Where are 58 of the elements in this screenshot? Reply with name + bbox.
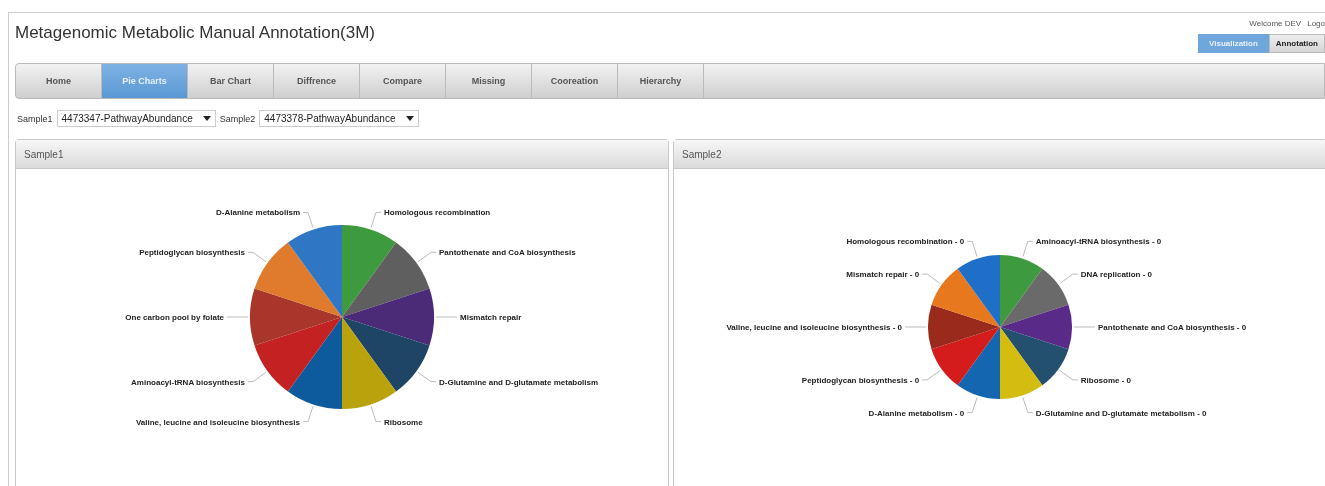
slice-label: Aminoacyl-tRNA biosynthesis - 0 — [1035, 237, 1162, 247]
leader-line — [302, 405, 314, 423]
welcome-text: Welcome DEV — [1249, 19, 1302, 28]
slice-label: D-Alanine metabolism - 0 — [868, 408, 965, 418]
leader-line — [1022, 396, 1034, 414]
slice-label: D-Glutamine and D-glutamate metabolism - 0 — [1035, 408, 1207, 418]
leader-line — [226, 316, 249, 318]
mode-button[interactable]: Annotation — [1268, 34, 1325, 53]
slice-label: Peptidoglycan biosynthesis - 0 — [801, 375, 920, 385]
slice-label: DNA replication - 0 — [1080, 270, 1153, 280]
panel-title: Sample2 — [682, 148, 722, 160]
caret-icon — [202, 116, 211, 121]
slice-label: Homologous recombination - 0 — [846, 237, 965, 247]
leader-line — [247, 251, 267, 263]
leader-line — [370, 405, 382, 423]
leader-line — [1073, 326, 1096, 328]
leader-line — [435, 316, 458, 318]
nav-tab[interactable]: Bar Chart — [188, 64, 274, 98]
slice-label: D-Alanine metabolism — [216, 208, 300, 218]
slice-label: Pantothenate and CoA biosynthesis — [439, 248, 576, 258]
caret-icon — [405, 116, 414, 121]
leader-line — [921, 370, 941, 381]
slice-label: Mismatch repair — [460, 313, 522, 322]
leader-line — [417, 371, 437, 383]
slice-label: Valine, leucine and isoleucine biosynthesis - 0 — [726, 323, 902, 332]
slice-label: Peptidoglycan biosynthesis — [139, 248, 245, 258]
slice-label: Aminoacyl-tRNA biosynthesis — [131, 377, 245, 387]
slice-label: Ribosome - 0 — [1080, 375, 1132, 385]
sample-label: Sample2 — [219, 113, 256, 124]
sample-dropdown[interactable]: 4473378-PathwayAbundance — [259, 110, 419, 127]
slice-label: Ribosome — [384, 417, 423, 427]
slice-label: Pantothenate and CoA biosynthesis - 0 — [1098, 323, 1247, 332]
slice-label: Mismatch repair - 0 — [846, 270, 920, 280]
leader-line — [1059, 370, 1079, 381]
leader-line — [1022, 240, 1034, 258]
leader-line — [247, 371, 267, 383]
slice-label: Valine, leucine and isoleucine biosynthesis — [135, 417, 300, 427]
leader-line — [370, 211, 382, 229]
slice-label: Homologous recombination — [384, 208, 491, 218]
nav-tab[interactable]: Hierarchy — [618, 64, 704, 98]
logout-link[interactable]: Logo — [1307, 19, 1325, 28]
leader-line — [417, 251, 437, 263]
leader-line — [1059, 273, 1079, 284]
nav-tab[interactable]: Diffrence — [274, 64, 360, 98]
nav-tab[interactable]: Cooreation — [532, 64, 618, 98]
app-title: Metagenomic Metabolic Manual Annotation(3M) — [15, 23, 376, 44]
nav-tab[interactable]: Compare — [360, 64, 446, 98]
leader-line — [966, 240, 978, 258]
leader-line — [921, 273, 941, 284]
leader-line — [302, 211, 314, 229]
sample-dropdown[interactable]: 4473347-PathwayAbundance — [56, 110, 216, 127]
panel-title: Sample1 — [24, 148, 64, 160]
sample-label: Sample1 — [17, 113, 53, 124]
leader-line — [904, 326, 927, 328]
nav-tab[interactable]: Missing — [446, 64, 532, 98]
slice-label: D-Glutamine and D-glutamate metabolism — [439, 377, 599, 387]
leader-line — [966, 396, 978, 414]
slice-label: One carbon pool by folate — [125, 313, 224, 322]
